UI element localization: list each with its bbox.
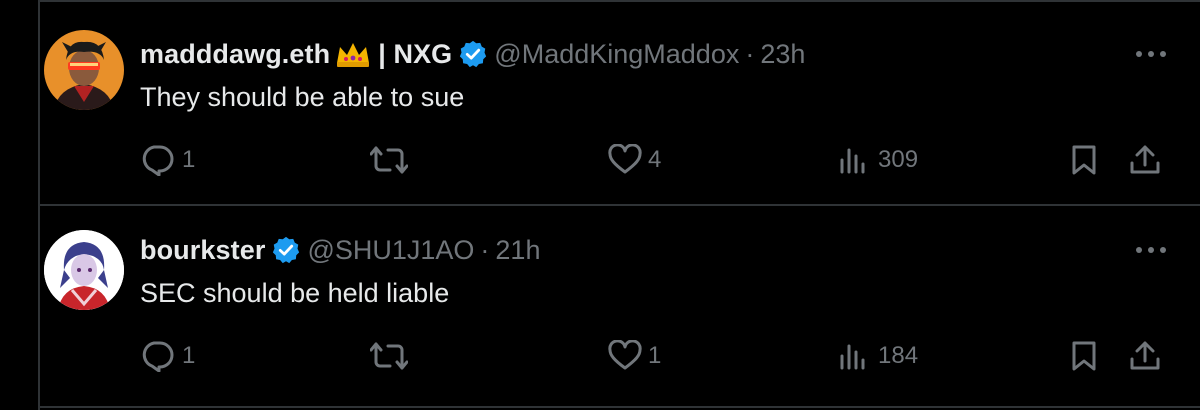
avatar-image: [44, 230, 124, 310]
separator-dot: ·: [480, 234, 490, 265]
crown-icon: [334, 39, 372, 69]
more-options-icon[interactable]: [1134, 244, 1168, 256]
avatar[interactable]: [44, 30, 124, 110]
bottom-divider: [40, 406, 1200, 408]
retweet-button[interactable]: [370, 144, 414, 176]
tweet-1[interactable]: madddawg.eth | NXG @MaddKingMaddox · 23h…: [40, 0, 1200, 204]
display-name[interactable]: bourkster: [140, 235, 265, 266]
views-chart-icon: [840, 148, 865, 174]
timestamp[interactable]: 21h: [495, 235, 540, 266]
like-count: 4: [648, 146, 662, 173]
verified-badge-icon[interactable]: [458, 39, 488, 69]
share-button[interactable]: [1128, 340, 1162, 372]
bookmark-button[interactable]: [1070, 144, 1098, 176]
reply-icon: [142, 145, 174, 176]
heart-icon: [608, 340, 642, 370]
retweet-button[interactable]: [370, 340, 414, 372]
tweet-2[interactable]: bourkster @SHU1J1AO · 21h SEC should be …: [40, 204, 1200, 410]
like-button[interactable]: 4: [608, 144, 661, 176]
tweet-text: SEC should be held liable: [140, 278, 450, 308]
reply-icon: [142, 341, 174, 372]
bookmark-button[interactable]: [1070, 340, 1098, 372]
verified-badge-icon[interactable]: [271, 235, 301, 265]
share-icon: [1130, 341, 1160, 370]
views-chart-icon: [840, 344, 865, 370]
bookmark-icon: [1072, 145, 1096, 175]
user-handle[interactable]: @MaddKingMaddox: [494, 39, 739, 70]
display-name[interactable]: madddawg.eth: [140, 39, 330, 70]
reply-count: 1: [182, 342, 196, 369]
name-suffix: | NXG: [378, 38, 453, 69]
tweet-header: madddawg.eth | NXG @MaddKingMaddox · 23h: [140, 34, 805, 74]
reply-count: 1: [182, 146, 196, 173]
heart-icon: [608, 144, 642, 174]
share-icon: [1130, 145, 1160, 174]
tweet-text: They should be able to sue: [140, 82, 465, 112]
tweet-header: bourkster @SHU1J1AO · 21h: [140, 230, 540, 270]
views-button[interactable]: 309: [838, 144, 918, 176]
avatar[interactable]: [44, 230, 124, 310]
user-handle[interactable]: @SHU1J1AO: [307, 235, 474, 266]
timeline: madddawg.eth | NXG @MaddKingMaddox · 23h…: [38, 0, 1200, 410]
bookmark-icon: [1072, 341, 1096, 371]
separator-dot: ·: [745, 38, 755, 69]
retweet-icon: [370, 342, 408, 370]
more-options-icon[interactable]: [1134, 48, 1168, 60]
reply-button[interactable]: 1: [140, 340, 195, 372]
timestamp[interactable]: 23h: [760, 39, 805, 70]
share-button[interactable]: [1128, 144, 1162, 176]
view-count: 184: [878, 342, 919, 369]
view-count: 309: [878, 146, 919, 173]
retweet-icon: [370, 146, 408, 174]
like-button[interactable]: 1: [608, 340, 661, 372]
reply-button[interactable]: 1: [140, 144, 195, 176]
like-count: 1: [648, 342, 662, 369]
views-button[interactable]: 184: [838, 340, 918, 372]
avatar-image: [44, 30, 124, 110]
